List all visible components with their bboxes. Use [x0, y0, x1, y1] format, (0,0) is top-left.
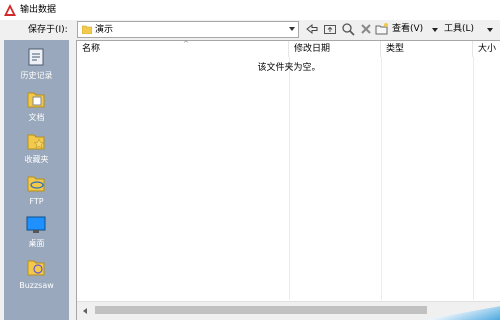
chevron-down-icon[interactable]	[487, 28, 493, 32]
save-in-label: 保存于(I):	[28, 25, 68, 35]
location-value: 演示	[95, 25, 114, 35]
place-favorites[interactable]: 收藏夹	[4, 128, 69, 170]
location-dropdown[interactable]: 演示	[77, 21, 299, 38]
column-header-type[interactable]: 类型	[381, 41, 473, 57]
sort-ascending-icon: ^	[183, 40, 189, 48]
autocad-app-icon	[4, 4, 16, 16]
history-icon	[28, 48, 44, 66]
place-label: 收藏夹	[24, 155, 49, 164]
chevron-down-icon[interactable]	[432, 28, 438, 32]
horizontal-scrollbar[interactable]	[77, 301, 500, 320]
place-label: Buzzsaw	[19, 281, 54, 290]
place-label: FTP	[29, 197, 44, 206]
place-history[interactable]: 历史记录	[4, 44, 69, 86]
column-divider	[289, 57, 290, 300]
place-buzzsaw[interactable]: Buzzsaw	[4, 254, 69, 296]
view-menu[interactable]: 查看(V)	[392, 23, 423, 36]
search-web-icon[interactable]	[341, 22, 355, 36]
chevron-down-icon[interactable]	[289, 27, 295, 31]
place-ftp[interactable]: FTP	[4, 170, 69, 212]
ftp-icon	[27, 176, 45, 192]
column-header-name[interactable]: 名称 ^	[77, 41, 289, 57]
place-label: 桌面	[28, 239, 45, 248]
buzzsaw-icon	[27, 260, 45, 276]
window-title: 输出数据	[20, 5, 57, 15]
background-accent	[423, 306, 500, 320]
place-documents[interactable]: 文档	[4, 86, 69, 128]
delete-icon[interactable]	[359, 22, 373, 36]
scrollbar-thumb[interactable]	[95, 306, 427, 314]
back-icon[interactable]	[305, 22, 319, 36]
tools-menu[interactable]: 工具(L)	[444, 23, 474, 36]
title-bar: 输出数据	[0, 0, 500, 20]
place-desktop[interactable]: 桌面	[4, 212, 69, 254]
places-sidebar: 历史记录 文档 收藏夹 FTP 桌面 Buzzsaw	[4, 40, 69, 320]
empty-folder-message: 该文件夹为空。	[257, 63, 321, 73]
folder-icon	[82, 25, 92, 34]
documents-icon	[27, 92, 45, 108]
up-folder-icon[interactable]	[323, 22, 337, 36]
column-header-size[interactable]: 大小	[473, 41, 500, 57]
new-folder-icon[interactable]	[375, 22, 389, 36]
scroll-left-icon[interactable]	[83, 308, 87, 314]
column-divider	[473, 57, 474, 300]
desktop-icon	[26, 216, 46, 233]
place-label: 文档	[28, 113, 45, 122]
file-list[interactable]: 名称 ^ 修改日期 类型 大小 该文件夹为空。	[76, 40, 500, 320]
column-divider	[381, 57, 382, 300]
place-label: 历史记录	[20, 71, 53, 80]
column-header-date[interactable]: 修改日期	[289, 41, 381, 57]
favorites-icon	[27, 134, 45, 150]
